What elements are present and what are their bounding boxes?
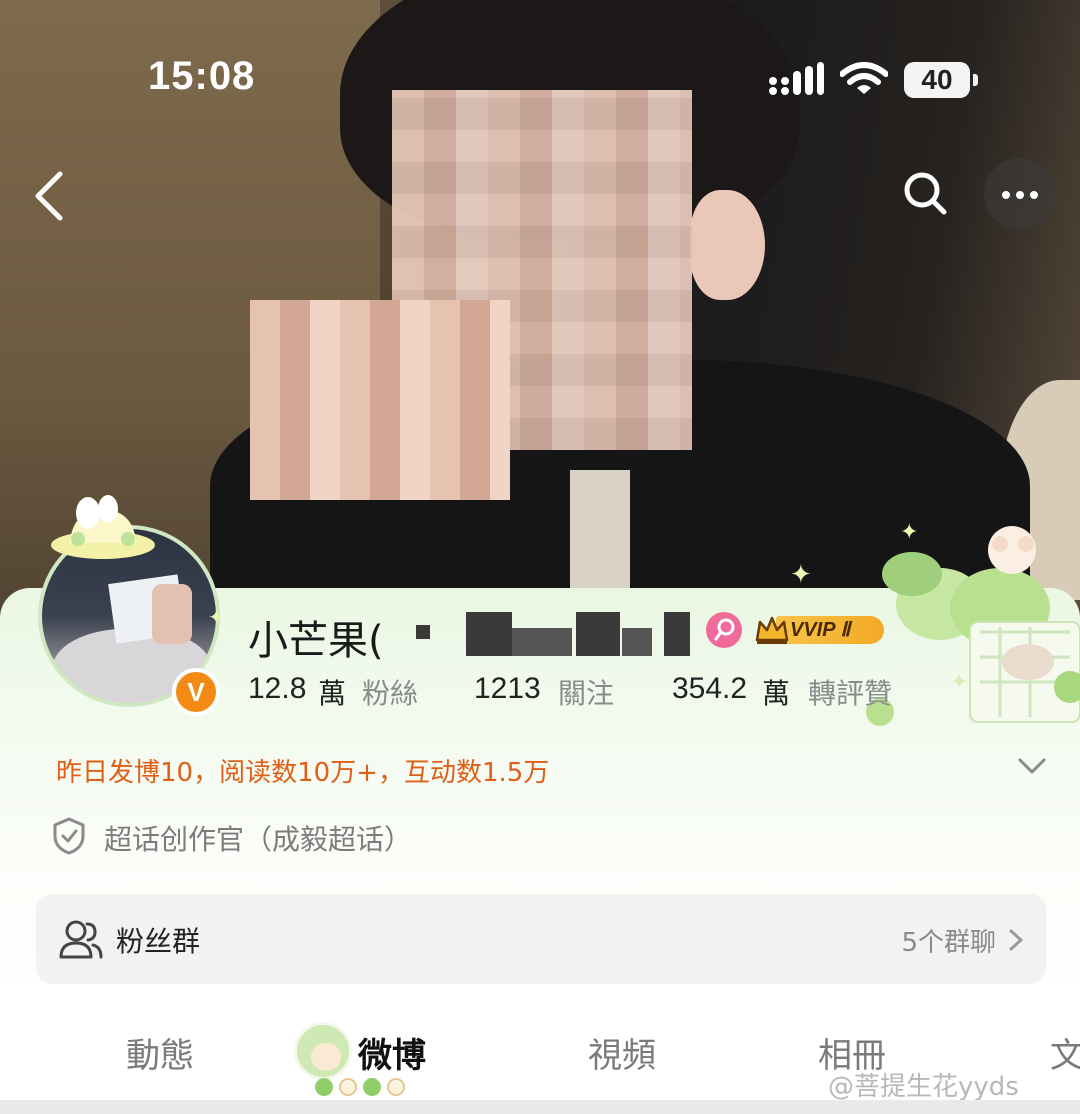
fan-badge-icon[interactable]	[706, 612, 742, 648]
search-icon[interactable]	[898, 162, 954, 222]
tab-decoration-icon	[294, 1022, 352, 1080]
pixelated-hand	[250, 300, 510, 500]
likes-label[interactable]: 轉評贊	[808, 672, 892, 712]
tab-active-indicator	[315, 1078, 405, 1096]
cover-ear	[690, 190, 765, 300]
shield-icon	[53, 817, 85, 855]
tab-videos[interactable]: 視頻	[588, 1028, 656, 1077]
name-redaction	[576, 612, 620, 656]
following-label[interactable]: 關注	[558, 672, 614, 712]
more-dot	[1016, 191, 1024, 199]
name-redaction	[416, 625, 430, 639]
fan-group-row[interactable]: 粉丝群 5个群聊	[36, 894, 1046, 984]
supertopic-text: 超话创作官（成毅超话）	[104, 823, 413, 856]
battery-icon: 40	[904, 62, 978, 98]
wifi-icon	[840, 62, 888, 94]
profile-stats: 12.8 萬 粉絲 1213 關注 354.2 萬 轉評贊	[0, 670, 1080, 710]
bottom-strip	[0, 1100, 1080, 1114]
more-button[interactable]	[984, 158, 1056, 230]
fan-group-label: 粉丝群	[116, 925, 201, 958]
status-bar: 15:08 40	[0, 50, 1080, 110]
vvip-badge[interactable]: VVIP Ⅱ	[754, 612, 884, 648]
more-dots-icon	[1002, 191, 1010, 199]
name-redaction	[622, 628, 652, 656]
fan-group-count: 5个群聊	[901, 928, 996, 958]
tab-weibo[interactable]: 微博	[358, 1028, 426, 1077]
activity-summary: 昨日发博10，阅读数10万+，互动数1.5万	[56, 758, 550, 788]
name-redaction	[512, 628, 572, 656]
crown-icon	[755, 616, 789, 644]
sparkle-icon: ✦	[790, 560, 812, 590]
back-icon[interactable]	[20, 160, 80, 230]
more-dot	[1030, 191, 1038, 199]
name-redaction	[466, 612, 512, 656]
avatar-frame-hat-icon	[51, 495, 155, 559]
chevron-down-icon[interactable]	[1016, 754, 1048, 778]
fan-symbol-icon	[714, 618, 735, 641]
username: 小芒果(	[248, 618, 384, 664]
likes-unit: 萬	[762, 677, 791, 710]
tab-dynamics[interactable]: 動態	[126, 1028, 194, 1077]
signal-icon	[769, 62, 824, 95]
sparkle-icon: ✦	[208, 605, 225, 629]
people-icon	[59, 920, 103, 959]
chevron-right-icon	[1009, 929, 1023, 951]
tab-decoration-face	[311, 1043, 341, 1071]
vvip-label: VVIP Ⅱ	[790, 619, 851, 641]
battery-tip	[973, 74, 978, 86]
sparkle-icon: ✦	[900, 520, 919, 545]
battery-level: 40	[921, 64, 953, 95]
tab-articles[interactable]: 文	[1050, 1028, 1080, 1077]
likes-count[interactable]: 354.2	[672, 672, 747, 706]
followers-unit: 萬	[318, 677, 347, 710]
status-time: 15:08	[148, 54, 256, 98]
following-count[interactable]: 1213	[474, 672, 541, 706]
followers-count[interactable]: 12.8	[248, 672, 306, 706]
watermark: @菩提生花yyds	[828, 1072, 1019, 1102]
followers-label[interactable]: 粉絲	[362, 672, 418, 712]
name-redaction	[664, 612, 690, 656]
avatar-arm	[152, 584, 192, 644]
